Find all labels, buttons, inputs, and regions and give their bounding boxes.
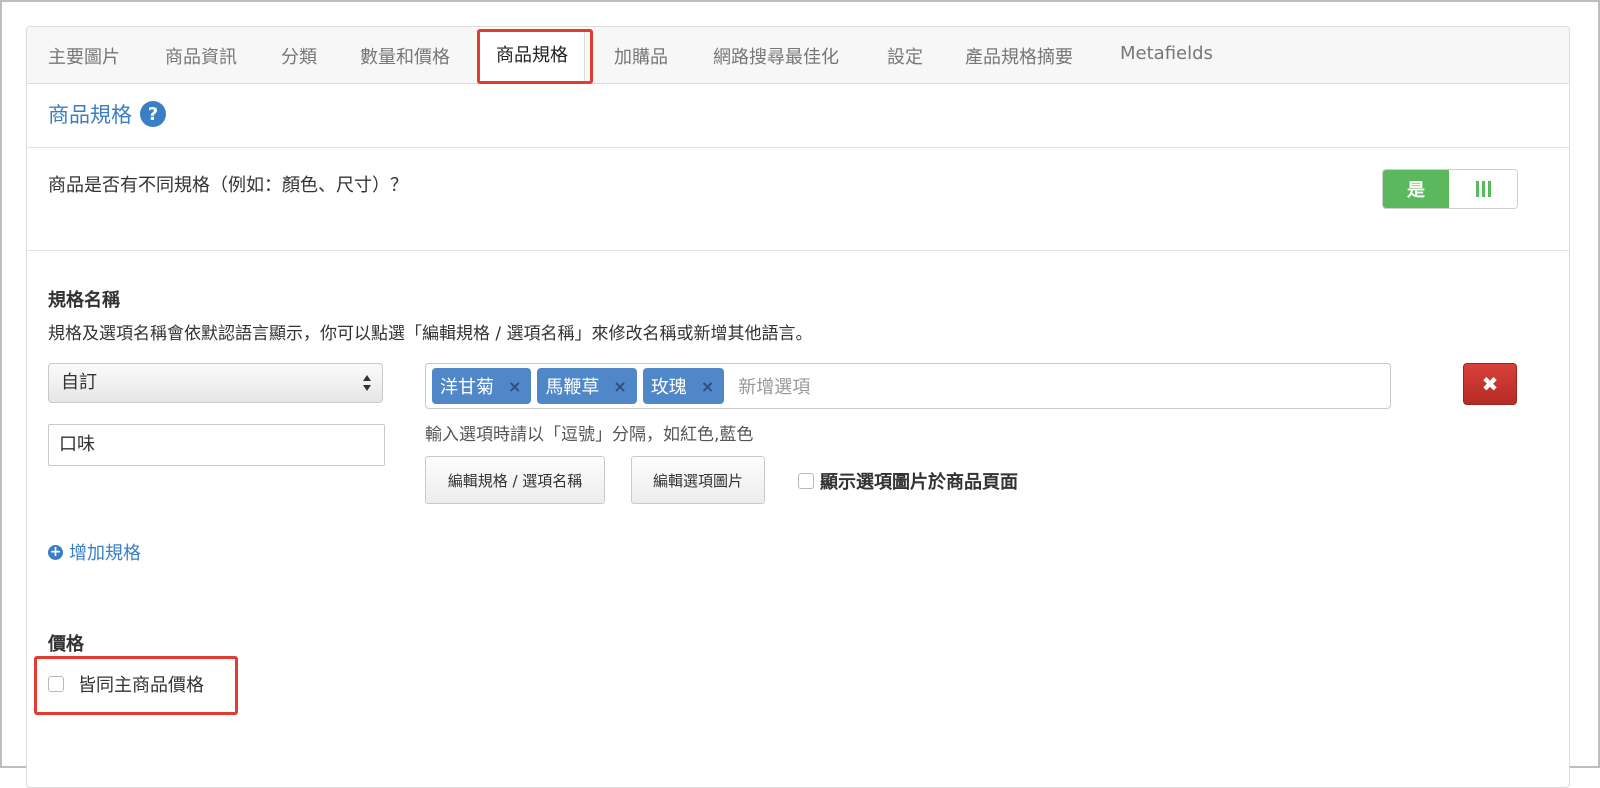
tab-seo[interactable]: 網路搜尋最佳化 xyxy=(713,43,839,69)
spec-name-label: 規格名稱 xyxy=(48,290,120,311)
option-tag: 馬鞭草 × xyxy=(537,368,637,404)
divider xyxy=(27,250,1569,251)
section-title: 商品規格 ? xyxy=(48,99,166,129)
options-tag-input[interactable]: 洋甘菊 × 馬鞭草 × 玫瑰 × 新增選項 xyxy=(425,363,1391,409)
remove-tag-icon[interactable]: × xyxy=(613,377,626,396)
tab-product-info[interactable]: 商品資訊 xyxy=(165,43,237,69)
variation-toggle[interactable]: 是 xyxy=(1382,169,1518,209)
tab-quantity-price[interactable]: 數量和價格 xyxy=(360,43,450,69)
tab-categories[interactable]: 分類 xyxy=(281,43,317,69)
price-label: 價格 xyxy=(48,634,84,655)
options-hint: 輸入選項時請以「逗號」分隔，如紅色,藍色 xyxy=(425,425,754,445)
select-arrows-icon xyxy=(363,375,371,391)
remove-tag-icon[interactable]: × xyxy=(701,377,714,396)
toggle-on-label[interactable]: 是 xyxy=(1383,170,1449,208)
plus-circle-icon: + xyxy=(48,544,63,560)
divider xyxy=(27,147,1569,148)
tab-settings[interactable]: 設定 xyxy=(887,43,923,69)
question-circle-icon[interactable]: ? xyxy=(140,101,166,127)
tab-spec-summary[interactable]: 產品規格摘要 xyxy=(965,43,1073,69)
spec-type-select[interactable]: 自訂 xyxy=(48,363,383,403)
option-tag: 玫瑰 × xyxy=(642,368,725,404)
same-price-highlight xyxy=(34,656,238,715)
new-option-placeholder[interactable]: 新增選項 xyxy=(738,373,810,399)
option-tag-label: 洋甘菊 xyxy=(440,377,494,398)
spec-type-value: 自訂 xyxy=(61,372,97,393)
edit-option-images-button[interactable]: 編輯選項圖片 xyxy=(631,456,765,504)
add-spec-link[interactable]: + 增加規格 xyxy=(48,539,141,565)
toggle-handle[interactable] xyxy=(1449,170,1517,208)
option-tag-label: 玫瑰 xyxy=(650,377,687,398)
tab-add-ons[interactable]: 加購品 xyxy=(614,43,668,69)
grip-icon xyxy=(1475,181,1491,197)
custom-spec-name-input[interactable]: 口味 xyxy=(48,424,385,466)
tab-metafields[interactable]: Metafields xyxy=(1120,43,1213,64)
variation-question: 商品是否有不同規格（例如：顏色、尺寸）？ xyxy=(48,175,408,196)
spec-name-description: 規格及選項名稱會依默認語言顯示，你可以點選「編輯規格 / 選項名稱」來修改名稱或… xyxy=(48,324,813,344)
add-spec-label: 增加規格 xyxy=(69,543,141,564)
tab-bar: 主要圖片 商品資訊 分類 數量和價格 商品規格 加購品 網路搜尋最佳化 設定 產… xyxy=(27,27,1569,84)
tab-main-images[interactable]: 主要圖片 xyxy=(48,43,120,69)
section-title-text: 商品規格 xyxy=(48,103,132,127)
product-spec-panel: 主要圖片 商品資訊 分類 數量和價格 商品規格 加購品 網路搜尋最佳化 設定 產… xyxy=(26,26,1570,788)
delete-spec-button[interactable]: ✖ xyxy=(1463,363,1517,405)
remove-tag-icon[interactable]: × xyxy=(508,377,521,396)
active-tab-highlight xyxy=(477,29,593,84)
close-icon: ✖ xyxy=(1481,372,1499,396)
edit-spec-names-button[interactable]: 編輯規格 / 選項名稱 xyxy=(425,456,605,504)
show-option-images-row: 顯示選項圖片於商品頁面 xyxy=(798,468,1018,494)
show-option-images-label: 顯示選項圖片於商品頁面 xyxy=(820,472,1018,493)
option-tag: 洋甘菊 × xyxy=(432,368,532,404)
option-tag-label: 馬鞭草 xyxy=(545,377,600,398)
show-option-images-checkbox[interactable] xyxy=(798,473,814,489)
